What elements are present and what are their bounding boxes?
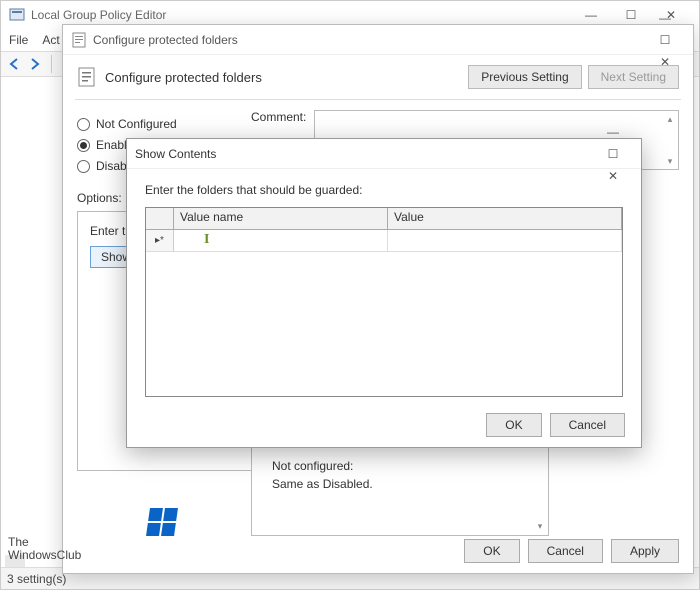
cell-value-input[interactable] bbox=[388, 230, 622, 251]
forward-icon[interactable] bbox=[27, 57, 43, 71]
config-header: Configure protected folders Previous Set… bbox=[63, 55, 693, 99]
policy-header-icon bbox=[77, 67, 97, 87]
col-value[interactable]: Value bbox=[388, 208, 622, 229]
gpedit-icon bbox=[9, 7, 25, 23]
scroll-down-icon[interactable]: ▾ bbox=[534, 521, 546, 533]
config-ok-button[interactable]: OK bbox=[464, 539, 519, 563]
radio-icon bbox=[77, 160, 90, 173]
scroll-up-icon[interactable]: ▴ bbox=[664, 113, 676, 125]
main-title: Local Group Policy Editor bbox=[31, 8, 571, 22]
grid-corner bbox=[146, 208, 174, 229]
config-apply-button[interactable]: Apply bbox=[611, 539, 679, 563]
config-minimize-button[interactable]: — bbox=[645, 7, 685, 29]
config-maximize-button[interactable]: ☐ bbox=[645, 29, 685, 51]
cell-valuename-input[interactable]: I bbox=[174, 230, 388, 251]
menu-file[interactable]: File bbox=[9, 33, 28, 47]
menu-action[interactable]: Act bbox=[42, 33, 59, 47]
scroll-down-icon[interactable]: ▾ bbox=[664, 155, 676, 167]
col-valuename[interactable]: Value name bbox=[174, 208, 388, 229]
show-maximize-button[interactable]: ☐ bbox=[593, 143, 633, 165]
next-setting-button: Next Setting bbox=[588, 65, 679, 89]
show-contents-dialog: Show Contents — ☐ ✕ Enter the folders th… bbox=[126, 138, 642, 448]
new-row-marker: ▸* bbox=[146, 230, 174, 251]
show-titlebar: Show Contents — ☐ ✕ bbox=[127, 139, 641, 169]
radio-icon bbox=[77, 118, 90, 131]
show-cancel-button[interactable]: Cancel bbox=[550, 413, 625, 437]
previous-setting-button[interactable]: Previous Setting bbox=[468, 65, 581, 89]
config-title: Configure protected folders bbox=[93, 33, 645, 47]
show-title: Show Contents bbox=[135, 147, 593, 161]
radio-not-configured[interactable]: Not Configured bbox=[77, 117, 237, 131]
show-prompt: Enter the folders that should be guarded… bbox=[145, 183, 623, 197]
policy-icon bbox=[71, 32, 87, 48]
folders-grid[interactable]: Value name Value ▸* I bbox=[145, 207, 623, 397]
policy-title: Configure protected folders bbox=[105, 70, 462, 85]
status-text: 3 setting(s) bbox=[7, 572, 66, 586]
grid-header: Value name Value bbox=[146, 208, 622, 230]
show-minimize-button[interactable]: — bbox=[593, 121, 633, 143]
show-ok-button[interactable]: OK bbox=[486, 413, 541, 437]
watermark: The WindowsClub bbox=[8, 536, 81, 562]
windows-logo-icon bbox=[148, 508, 176, 536]
show-close-button[interactable]: ✕ bbox=[593, 165, 633, 187]
back-icon[interactable] bbox=[7, 57, 23, 71]
config-titlebar: Configure protected folders — ☐ ✕ bbox=[63, 25, 693, 55]
radio-icon bbox=[77, 139, 90, 152]
config-cancel-button[interactable]: Cancel bbox=[528, 539, 603, 563]
text-cursor-icon: I bbox=[204, 232, 209, 248]
minimize-button[interactable]: — bbox=[571, 4, 611, 26]
grid-row-new[interactable]: ▸* I bbox=[146, 230, 622, 252]
